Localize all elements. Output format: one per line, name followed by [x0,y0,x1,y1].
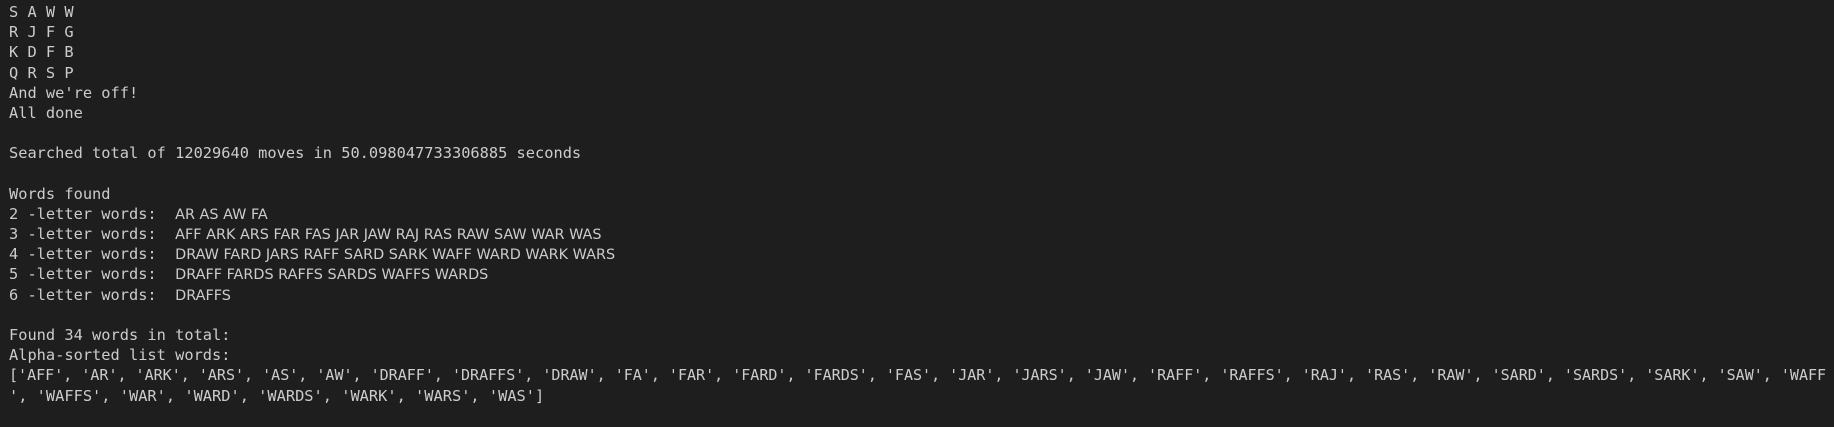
word-group-label: 6 -letter words: [9,285,176,304]
word-group-label: 5 -letter words: [9,265,176,284]
start-message: And we're off! [9,83,139,102]
grid-row-2: R J F G [9,23,74,42]
word-group-words: DRAFF FARDS RAFFS SARDS WAFFS WARDS [175,267,489,284]
grid-row-3: K D F B [9,43,74,62]
word-group-words: DRAW FARD JARS RAFF SARD SARK WAFF WARD … [175,247,616,264]
terminal-output[interactable]: S A W W R J F G K D F B Q R S P And we'r… [0,0,1834,427]
grid-row-1: S A W W [9,3,74,21]
total-found: Found 34 words in total: [9,326,231,344]
grid-row-4: Q R S P [9,63,74,82]
word-group-label: 3 -letter words: [9,225,176,244]
word-group-label: 2 -letter words: [9,204,176,223]
sorted-list-line-1: ['AFF', 'AR', 'ARK', 'ARS', 'AS', 'AW', … [9,366,1827,385]
word-group-3: 3 -letter words: AFF ARK ARS FAR FAS JAR… [9,224,1834,244]
word-group-4: 4 -letter words: DRAW FARD JARS RAFF SAR… [9,244,1834,264]
word-group-words: DRAFFS [175,287,231,304]
word-group-5: 5 -letter words: DRAFF FARDS RAFFS SARDS… [9,264,1834,284]
word-group-words: AR AS AW FA [175,206,268,223]
done-message: All done [9,103,83,122]
words-found-heading: Words found [9,184,111,203]
search-summary: Searched total of 12029640 moves in 50.0… [9,144,582,163]
word-group-2: 2 -letter words: AR AS AW FA [9,204,1834,224]
word-group-label: 4 -letter words: [9,245,176,264]
sorted-list-line-2: ', 'WAFFS', 'WAR', 'WARD', 'WARDS', 'WAR… [9,386,545,405]
word-group-6: 6 -letter words: DRAFFS [9,285,1834,305]
word-group-words: AFF ARK ARS FAR FAS JAR JAW RAJ RAS RAW … [175,227,602,244]
sorted-heading: Alpha-sorted list words: [9,346,231,365]
